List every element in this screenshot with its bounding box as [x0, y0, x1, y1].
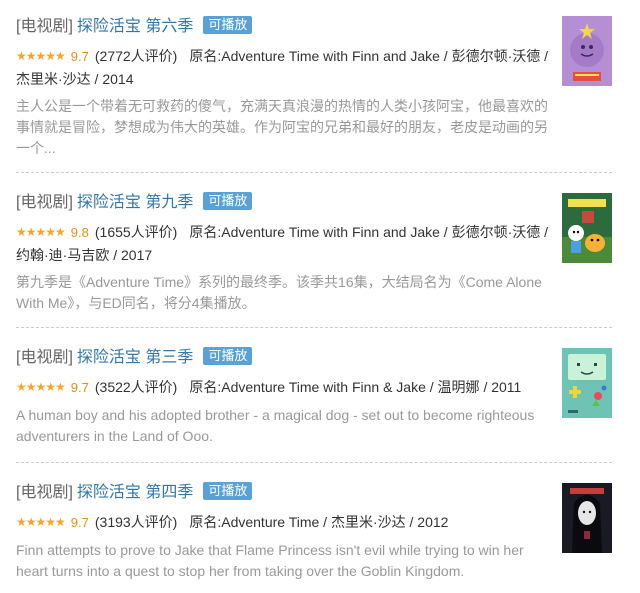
- list-item: [电视剧] 探险活宝 第九季 可播放 ★★★★★ 9.8 (1655人评价) 原名:Adv…: [16, 192, 612, 328]
- title-link[interactable]: 探险活宝 第六季: [77, 18, 193, 35]
- title-row: [电视剧] 探险活宝 第三季 可播放: [16, 347, 551, 369]
- list-item: [电视剧] 探险活宝 第四季 可播放 ★★★★★ 9.7 (3193人评价) 原名:Adv…: [16, 482, 612, 582]
- category-label: [电视剧]: [16, 484, 73, 501]
- list-item: [电视剧] 探险活宝 第六季 可播放 ★★★★★ 9.7 (2772人评价) 原名:Adv…: [16, 16, 612, 173]
- description: 第九季是《Adventure Time》系列的最终季。该季共16集，大结局名为《…: [16, 274, 542, 311]
- rating-count: (1655人评价): [94, 224, 178, 240]
- category-label: [电视剧]: [16, 194, 73, 211]
- rating-stars-icon: ★★★★★: [16, 380, 66, 394]
- rating-stars-icon: ★★★★★: [16, 515, 66, 529]
- item-text: [电视剧] 探险活宝 第六季 可播放 ★★★★★ 9.7 (2772人评价) 原名:Adv…: [16, 16, 551, 159]
- title-row: [电视剧] 探险活宝 第六季 可播放: [16, 16, 551, 38]
- title-link[interactable]: 探险活宝 第三季: [77, 349, 193, 366]
- subject-info: 原名:Adventure Time / 杰里米·沙达 / 2012: [189, 514, 449, 530]
- item-text: [电视剧] 探险活宝 第九季 可播放 ★★★★★ 9.8 (1655人评价) 原名:Adv…: [16, 192, 551, 314]
- title-row: [电视剧] 探险活宝 第四季 可播放: [16, 482, 551, 504]
- rating-count: (3193人评价): [94, 514, 178, 530]
- rating-value: 9.7: [70, 380, 89, 395]
- title-link[interactable]: 探险活宝 第四季: [77, 484, 193, 501]
- title-link[interactable]: 探险活宝 第九季: [77, 194, 193, 211]
- description: Finn attempts to prove to Jake that Flam…: [16, 542, 524, 579]
- rating-count: (3522人评价): [94, 379, 178, 395]
- bmo-poster[interactable]: [562, 348, 612, 418]
- rating-count: (2772人评价): [94, 48, 178, 64]
- title-row: [电视剧] 探险活宝 第九季 可播放: [16, 192, 551, 214]
- rating-value: 9.7: [70, 515, 89, 530]
- search-result-list: [电视剧] 探险活宝 第六季 可播放 ★★★★★ 9.7 (2772人评价) 原名:Adv…: [0, 0, 640, 593]
- playable-badge[interactable]: 可播放: [203, 192, 253, 210]
- meta-row: ★★★★★ 9.7 (3193人评价) 原名:Adventure Time / 杰里米…: [16, 511, 551, 534]
- finn-jake-poster[interactable]: [562, 193, 612, 263]
- playable-badge[interactable]: 可播放: [203, 347, 253, 365]
- playable-badge[interactable]: 可播放: [203, 482, 253, 500]
- item-text: [电视剧] 探险活宝 第四季 可播放 ★★★★★ 9.7 (3193人评价) 原名:Adv…: [16, 482, 551, 582]
- list-item: [电视剧] 探险活宝 第三季 可播放 ★★★★★ 9.7 (3522人评价) 原名:Adv…: [16, 347, 612, 463]
- meta-row: ★★★★★ 9.7 (2772人评价) 原名:Adventure Time with …: [16, 45, 551, 90]
- category-label: [电视剧]: [16, 18, 73, 35]
- item-text: [电视剧] 探险活宝 第三季 可播放 ★★★★★ 9.7 (3522人评价) 原名:Adv…: [16, 347, 551, 447]
- category-label: [电视剧]: [16, 349, 73, 366]
- rating-value: 9.8: [70, 225, 89, 240]
- rating-stars-icon: ★★★★★: [16, 225, 66, 239]
- subject-info: 原名:Adventure Time with Finn & Jake / 温明娜…: [189, 379, 522, 395]
- lumpy-space-princess-poster[interactable]: [562, 16, 612, 86]
- playable-badge[interactable]: 可播放: [203, 16, 253, 34]
- rating-value: 9.7: [70, 49, 89, 64]
- meta-row: ★★★★★ 9.7 (3522人评价) 原名:Adventure Time with …: [16, 376, 551, 399]
- marceline-poster[interactable]: [562, 483, 612, 553]
- rating-stars-icon: ★★★★★: [16, 49, 66, 63]
- description: 主人公是一个带着无可救药的傻气，充满天真浪漫的热情的人类小孩阿宝，他最喜欢的事情…: [16, 98, 548, 156]
- description: A human boy and his adopted brother - a …: [16, 407, 535, 444]
- meta-row: ★★★★★ 9.8 (1655人评价) 原名:Adventure Time with …: [16, 221, 551, 266]
